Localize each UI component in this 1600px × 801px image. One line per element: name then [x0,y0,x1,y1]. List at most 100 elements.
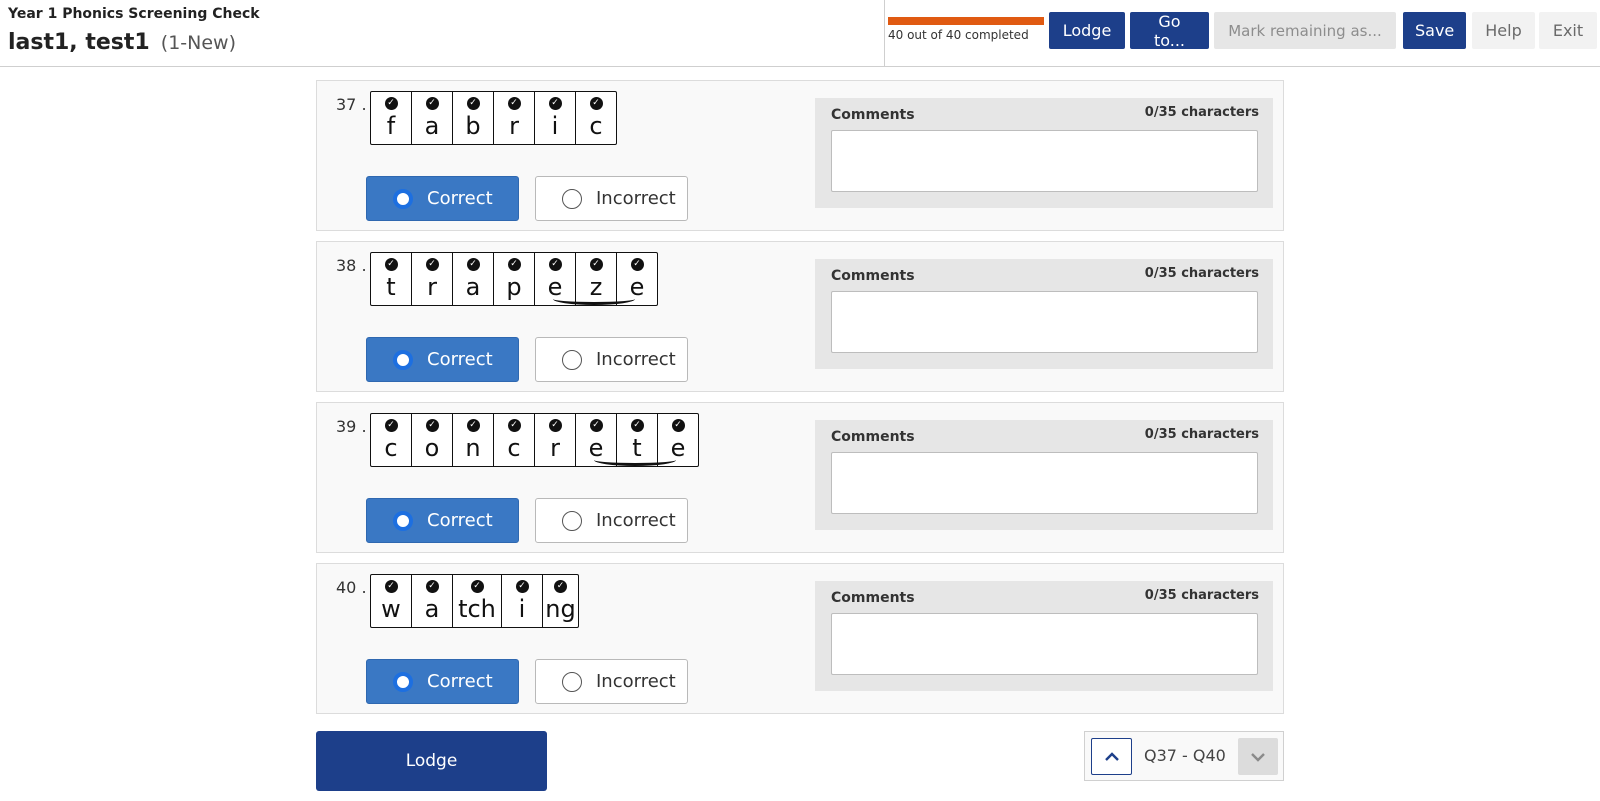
grapheme-tile[interactable]: ✓ o [411,414,452,466]
check-circle-icon: ✓ [507,97,521,110]
radio-empty-icon [562,349,582,370]
check-circle-icon: ✓ [466,97,480,110]
check-circle-icon: ✓ [466,419,480,432]
check-circle-icon: ✓ [548,97,562,110]
grapheme-tile[interactable]: ✓ p [493,253,534,305]
incorrect-label: Incorrect [596,349,676,370]
grapheme-tile[interactable]: ✓ n [452,414,493,466]
progress-track [888,17,1044,25]
grapheme-tile[interactable]: ✓ c [575,92,616,144]
check-circle-icon: ✓ [548,419,562,432]
exit-button[interactable]: Exit [1539,12,1597,49]
question-number: 40 . [336,578,367,597]
grapheme-letter: n [465,434,481,462]
question-pager: Q37 - Q40 [1084,731,1284,781]
grapheme-letter: b [465,112,481,140]
incorrect-option[interactable]: Incorrect [535,659,688,704]
grapheme-tile[interactable]: ✓ a [411,92,452,144]
grapheme-letter: c [507,434,521,462]
top-bar: Year 1 Phonics Screening Check last1, te… [0,0,1600,67]
correct-option[interactable]: Correct [366,176,519,221]
correct-option[interactable]: Correct [366,337,519,382]
grapheme-tile[interactable]: ✓ r [534,414,575,466]
correct-label: Correct [427,188,493,209]
word-tiles: ✓ w ✓ a ✓ tch ✓ i ✓ ng [370,574,579,628]
grapheme-letter: a [465,273,481,301]
check-circle-icon: ✓ [630,419,644,432]
grapheme-letter: p [506,273,522,301]
check-circle-icon: ✓ [466,258,480,271]
lodge-footer-button[interactable]: Lodge [316,731,547,791]
correct-option[interactable]: Correct [366,498,519,543]
check-circle-icon: ✓ [507,258,521,271]
grapheme-tile[interactable]: ✓ c [493,414,534,466]
lodge-button[interactable]: Lodge [1049,12,1125,49]
radio-selected-icon [393,510,413,531]
grapheme-tile[interactable]: ✓ c [371,414,411,466]
radio-empty-icon [562,671,582,692]
correct-option[interactable]: Correct [366,659,519,704]
grapheme-tile[interactable]: ✓ ng [542,575,578,627]
grapheme-tile[interactable]: ✓ a [452,253,493,305]
question-card: 38 . ✓ t ✓ r ✓ a ✓ p ✓ e ✓ z ✓ e Correct… [316,241,1284,392]
progress-indicator: 40 out of 40 completed [888,17,1044,42]
grapheme-tile[interactable]: ✓ b [452,92,493,144]
grapheme-letter: r [427,273,437,301]
comments-input[interactable] [831,613,1258,675]
grapheme-tile[interactable]: ✓ r [493,92,534,144]
question-card: 37 . ✓ f ✓ a ✓ b ✓ r ✓ i ✓ c Correct Inc… [316,80,1284,231]
grapheme-letter: ng [545,595,576,623]
check-circle-icon: ✓ [425,580,439,593]
grapheme-tile[interactable]: ✓ f [371,92,411,144]
check-circle-icon: ✓ [630,258,644,271]
grapheme-letter: t [386,273,396,301]
save-button[interactable]: Save [1403,12,1466,49]
progress-text: 40 out of 40 completed [888,28,1029,42]
incorrect-option[interactable]: Incorrect [535,176,688,221]
check-circle-icon: ✓ [384,580,398,593]
grapheme-letter: c [384,434,398,462]
incorrect-label: Incorrect [596,671,676,692]
radio-selected-icon [393,349,413,370]
check-circle-icon: ✓ [589,258,603,271]
comments-box: Comments 0/35 characters [815,259,1273,369]
student-name: last1, test1 [8,30,150,55]
word-tiles: ✓ f ✓ a ✓ b ✓ r ✓ i ✓ c [370,91,617,145]
grapheme-tile[interactable]: ✓ i [501,575,542,627]
comments-box: Comments 0/35 characters [815,98,1273,208]
question-number: 38 . [336,256,367,275]
grapheme-tile[interactable]: ✓ i [534,92,575,144]
incorrect-option[interactable]: Incorrect [535,337,688,382]
goto-button[interactable]: Go to... [1130,12,1209,50]
radio-selected-icon [393,671,413,692]
help-button[interactable]: Help [1472,12,1535,49]
check-circle-icon: ✓ [554,580,567,593]
grapheme-letter: o [424,434,440,462]
comments-input[interactable] [831,291,1258,353]
mark-remaining-button[interactable]: Mark remaining as... [1214,12,1396,49]
chevron-up-icon [1104,751,1119,761]
grapheme-tile[interactable]: ✓ a [411,575,452,627]
student-line: last1, test1 (1-New) [8,30,236,55]
comments-char-count: 0/35 characters [1144,427,1259,442]
radio-selected-icon [393,188,413,209]
comments-input[interactable] [831,452,1258,514]
grapheme-tile[interactable]: ✓ tch [452,575,501,627]
check-circle-icon: ✓ [589,97,603,110]
page-down-button[interactable] [1238,738,1278,775]
check-circle-icon: ✓ [589,419,603,432]
incorrect-option[interactable]: Incorrect [535,498,688,543]
comments-label: Comments [831,590,915,606]
grapheme-letter: a [424,595,440,623]
check-circle-icon: ✓ [548,258,562,271]
comments-input[interactable] [831,130,1258,192]
comments-label: Comments [831,268,915,284]
grapheme-tile[interactable]: ✓ t [371,253,411,305]
grapheme-letter: a [424,112,440,140]
page-up-button[interactable] [1091,738,1132,775]
grapheme-tile[interactable]: ✓ w [371,575,411,627]
grapheme-tile[interactable]: ✓ r [411,253,452,305]
radio-empty-icon [562,188,582,209]
check-circle-icon: ✓ [671,419,685,432]
check-circle-icon: ✓ [425,258,439,271]
